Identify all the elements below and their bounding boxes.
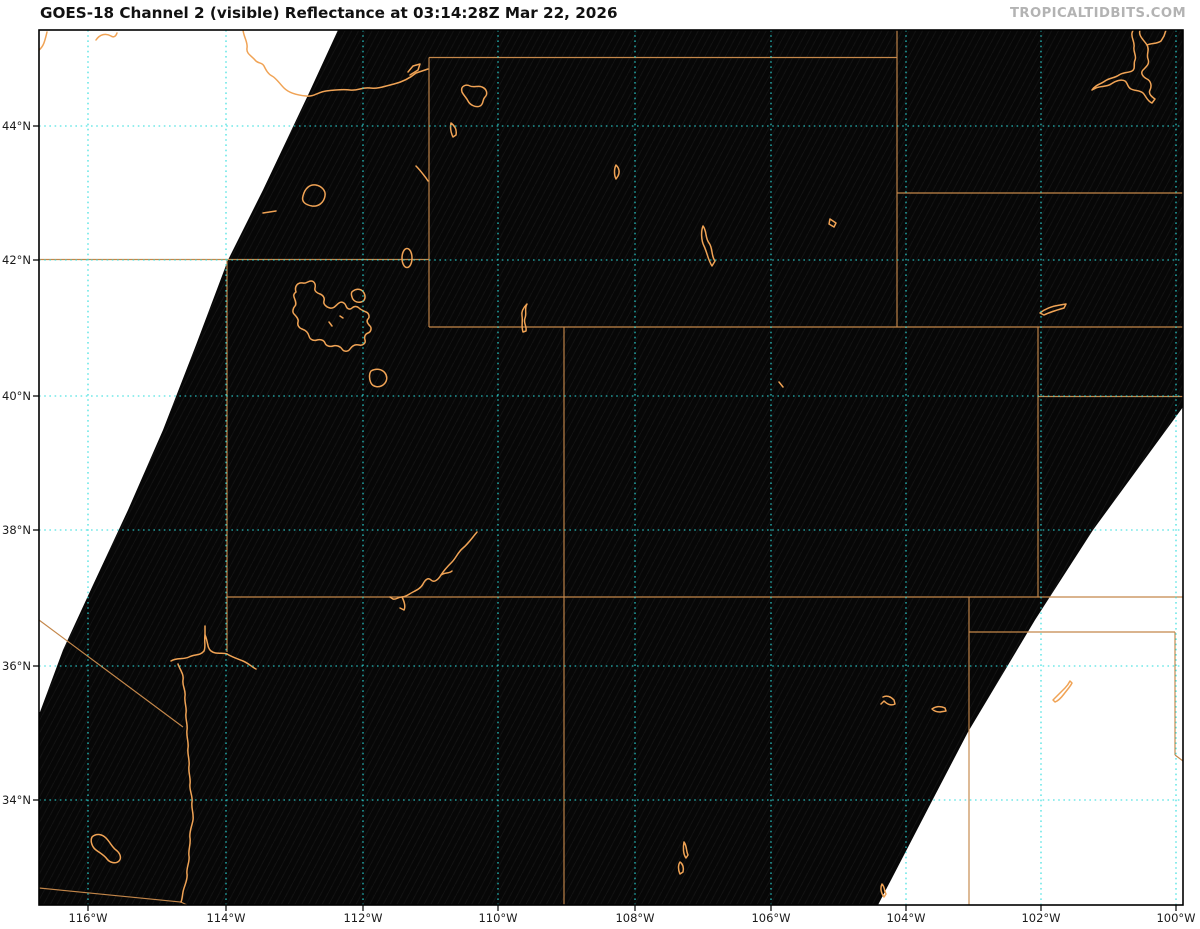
- x-tick-label: 112°W: [343, 911, 383, 925]
- x-tick-label: 104°W: [886, 911, 926, 925]
- map-overlay: [33, 29, 1184, 911]
- x-tick-label: 114°W: [206, 911, 246, 925]
- y-tick-label: 38°N: [2, 523, 31, 537]
- y-tick-label: 44°N: [2, 119, 31, 133]
- x-tick-label: 106°W: [751, 911, 791, 925]
- goes-image-page: GOES-18 Channel 2 (visible) Reflectance …: [0, 0, 1200, 929]
- no-data-region-bottomright: [878, 407, 1183, 905]
- x-tick-label: 108°W: [615, 911, 655, 925]
- x-tick-label: 100°W: [1156, 911, 1196, 925]
- x-tick-label: 102°W: [1021, 911, 1061, 925]
- y-tick-label: 40°N: [2, 389, 31, 403]
- no-data-region-topleft: [39, 30, 338, 712]
- y-tick-label: 34°N: [2, 793, 31, 807]
- y-tick-label: 42°N: [2, 253, 31, 267]
- y-tick-label: 36°N: [2, 659, 31, 673]
- x-tick-label: 110°W: [478, 911, 518, 925]
- x-tick-label: 116°W: [68, 911, 108, 925]
